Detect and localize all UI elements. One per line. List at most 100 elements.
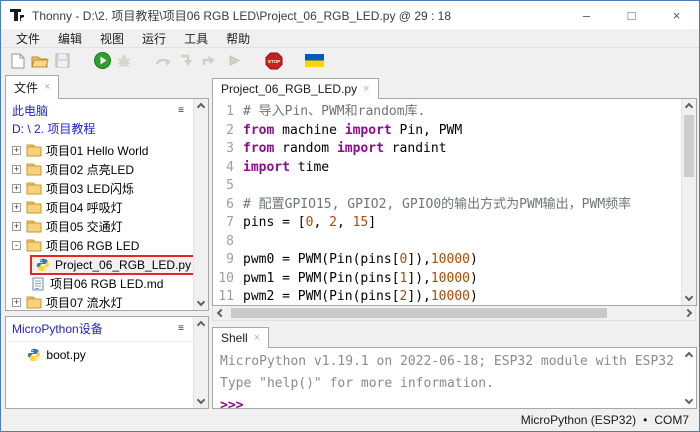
shell-panel[interactable]: MicroPython v1.19.1 on 2022-06-18; ESP32… xyxy=(212,347,697,409)
shell-scrollbar[interactable] xyxy=(681,348,696,408)
line-number: 9 xyxy=(213,251,243,270)
new-file-button[interactable] xyxy=(7,51,29,71)
main-area: 文件 × 此电脑 ≡ D: \ 2. 项目教程 +项目01 Hello Worl… xyxy=(1,73,699,409)
tree-expander-icon[interactable]: + xyxy=(12,222,21,231)
tree-item[interactable]: +项目04 呼吸灯 xyxy=(6,198,208,217)
save-file-button[interactable] xyxy=(51,51,73,71)
line-number: 3 xyxy=(213,140,243,159)
tab-close-icon[interactable]: × xyxy=(44,82,50,93)
step-over-icon xyxy=(155,55,173,67)
tree-item[interactable]: +项目01 Hello World xyxy=(6,141,208,160)
tree-item[interactable]: +项目02 点亮LED xyxy=(6,160,208,179)
title-bar: Thonny - D:\2. 项目教程\项目06 RGB LED\Project… xyxy=(1,1,699,29)
close-button[interactable]: × xyxy=(654,8,699,23)
resume-icon xyxy=(228,54,241,67)
new-file-icon xyxy=(11,53,25,69)
file-tree: +项目01 Hello World+项目02 点亮LED+项目03 LED闪烁+… xyxy=(6,138,208,311)
line-number: 11 xyxy=(213,288,243,306)
micropython-device-panel: MicroPython设备 ≡ boot.py xyxy=(5,316,209,409)
step-out-icon xyxy=(201,54,215,67)
tree-item[interactable]: +项目03 LED闪烁 xyxy=(6,179,208,198)
code-text: pwm0 = PWM(Pin(pins[0]),10000) xyxy=(243,251,681,270)
tree-item[interactable]: + 项目05 交通灯 xyxy=(6,217,208,236)
code-line: 10pwm1 = PWM(Pin(pins[1]),10000) xyxy=(213,270,681,289)
current-path-link[interactable]: D: \ 2. 项目教程 xyxy=(12,120,95,137)
step-over-button[interactable] xyxy=(153,51,175,71)
tree-expander-icon[interactable]: + xyxy=(12,165,21,174)
tree-expander-icon[interactable]: - xyxy=(12,241,21,250)
scroll-up-icon xyxy=(197,321,205,329)
tab-close-icon[interactable]: × xyxy=(363,84,369,95)
step-into-button[interactable] xyxy=(175,51,197,71)
line-number: 8 xyxy=(213,233,243,252)
menu-item-文件[interactable]: 文件 xyxy=(7,30,49,47)
tree-item-label: boot.py xyxy=(46,348,85,362)
tree-item[interactable]: Project_06_RGB_LED.py xyxy=(6,255,208,274)
editor-scrollbar[interactable] xyxy=(681,99,696,305)
panel-menu-icon[interactable]: ≡ xyxy=(178,324,184,334)
tree-expander-icon[interactable]: + xyxy=(12,203,21,212)
files-panel: 此电脑 ≡ D: \ 2. 项目教程 +项目01 Hello World+项目0… xyxy=(5,98,209,311)
run-icon xyxy=(94,52,111,69)
tab-editor-file[interactable]: Project_06_RGB_LED.py × xyxy=(212,78,379,99)
tree-expander-icon[interactable]: + xyxy=(12,298,21,307)
line-number: 4 xyxy=(213,159,243,178)
code-text: pins = [0, 2, 15] xyxy=(243,214,681,233)
code-text xyxy=(243,177,681,196)
line-number: 7 xyxy=(213,214,243,233)
scroll-down-icon xyxy=(197,396,205,404)
minimize-button[interactable]: – xyxy=(564,8,609,23)
tab-close-icon[interactable]: × xyxy=(254,333,260,344)
annotation-red-box: Project_06_RGB_LED.py xyxy=(30,255,207,275)
folder-icon xyxy=(26,239,42,253)
line-number: 10 xyxy=(213,270,243,289)
editor-hscrollbar[interactable] xyxy=(212,306,696,321)
code-editor[interactable]: 1# 导入Pin、PWM和random库.2from machine impor… xyxy=(212,98,697,306)
scroll-up-icon xyxy=(684,352,692,360)
tree-expander-icon[interactable]: + xyxy=(12,184,21,193)
code-line: 6# 配置GPIO15, GPIO2, GPIO0的输出方式为PWM输出，PWM… xyxy=(213,196,681,215)
ukraine-flag-icon xyxy=(305,54,324,67)
hscrollbar-thumb[interactable] xyxy=(231,308,607,318)
status-bar: MicroPython (ESP32) • COM7 xyxy=(1,409,699,431)
device-scrollbar[interactable] xyxy=(193,317,208,408)
this-computer-link[interactable]: 此电脑 xyxy=(12,102,48,119)
menu-item-帮助[interactable]: 帮助 xyxy=(217,30,259,47)
tree-item[interactable]: boot.py xyxy=(6,345,208,364)
files-scrollbar[interactable] xyxy=(193,99,208,310)
tree-item[interactable]: -项目06 RGB LED xyxy=(6,236,208,255)
code-line: 1# 导入Pin、PWM和random库. xyxy=(213,103,681,122)
tree-item-label: 项目06 RGB LED.md xyxy=(50,275,163,292)
window-title: Thonny - D:\2. 项目教程\项目06 RGB LED\Project… xyxy=(32,7,564,24)
port-label[interactable]: COM7 xyxy=(654,413,689,427)
stop-button[interactable]: STOP xyxy=(263,51,285,71)
resume-button[interactable] xyxy=(223,51,245,71)
tree-item[interactable]: +项目07 流水灯 xyxy=(6,293,208,311)
tree-item-label: 项目05 交通灯 xyxy=(46,218,123,235)
menu-item-视图[interactable]: 视图 xyxy=(91,30,133,47)
tree-item[interactable]: 项目06 RGB LED.md xyxy=(6,274,208,293)
code-line: 7pins = [0, 2, 15] xyxy=(213,214,681,233)
interpreter-label[interactable]: MicroPython (ESP32) xyxy=(521,413,636,427)
menu-item-编辑[interactable]: 编辑 xyxy=(49,30,91,47)
panel-menu-icon[interactable]: ≡ xyxy=(178,106,184,116)
open-file-button[interactable] xyxy=(29,51,51,71)
code-text: import time xyxy=(243,159,681,178)
tab-shell[interactable]: Shell × xyxy=(212,327,269,348)
device-panel-title[interactable]: MicroPython设备 xyxy=(12,320,103,337)
code-text: from random import randint xyxy=(243,140,681,159)
run-button[interactable] xyxy=(91,51,113,71)
menu-item-工具[interactable]: 工具 xyxy=(175,30,217,47)
tree-expander-icon[interactable]: + xyxy=(12,146,21,155)
device-file-list: boot.py xyxy=(6,342,208,364)
ukraine-support-button[interactable] xyxy=(303,51,325,71)
scrollbar-thumb[interactable] xyxy=(684,115,694,177)
debug-button[interactable] xyxy=(113,51,135,71)
tab-files[interactable]: 文件 × xyxy=(5,75,59,99)
step-out-button[interactable] xyxy=(197,51,219,71)
status-separator: • xyxy=(643,413,647,427)
code-text xyxy=(243,233,681,252)
folder-icon xyxy=(26,144,42,158)
menu-item-运行[interactable]: 运行 xyxy=(133,30,175,47)
maximize-button[interactable]: □ xyxy=(609,8,654,23)
